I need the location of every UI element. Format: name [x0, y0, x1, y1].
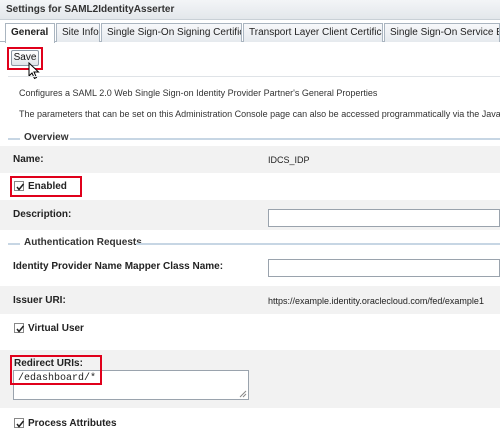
enabled-highlight-box — [10, 176, 82, 197]
window-titlebar: Settings for SAML2IdentityAsserter — [0, 0, 500, 20]
name-label: Name: — [13, 154, 44, 165]
tab-site-info[interactable]: Site Info — [56, 23, 100, 42]
process-attributes-row: Process Attributes — [0, 408, 500, 435]
virtual-user-row: Virtual User — [0, 314, 500, 350]
name-row: Name: IDCS_IDP — [0, 146, 500, 173]
description-input[interactable] — [268, 209, 500, 227]
tab-transport-layer-client-certificate[interactable]: Transport Layer Client Certificate — [243, 23, 383, 42]
redirect-uris-highlight-box — [10, 355, 102, 385]
issuer-uri-row: Issuer URI: https://example.identity.ora… — [0, 286, 500, 314]
issuer-uri-label: Issuer URI: — [13, 295, 66, 306]
section-title: Overview — [22, 132, 71, 143]
checkmark-icon — [16, 325, 25, 333]
resize-grip-icon[interactable] — [239, 390, 247, 398]
intro-description: Configures a SAML 2.0 Web Single Sign-on… — [19, 88, 378, 98]
virtual-user-checkbox[interactable] — [14, 323, 25, 333]
process-attributes-checkbox[interactable] — [14, 418, 25, 428]
window-title: Settings for SAML2IdentityAsserter — [6, 4, 175, 15]
description-row: Description: — [0, 200, 500, 230]
virtual-user-label: Virtual User — [28, 323, 84, 334]
mapper-class-input[interactable] — [268, 259, 500, 277]
tab-single-sign-on-signing-certificate[interactable]: Single Sign-On Signing Certificate — [101, 23, 242, 42]
name-value: IDCS_IDP — [268, 155, 310, 165]
section-title: Authentication Requests — [22, 237, 144, 248]
mouse-pointer-icon — [28, 62, 40, 80]
intro-api-note: The parameters that can be set on this A… — [19, 109, 500, 119]
divider — [8, 76, 500, 77]
process-attributes-label: Process Attributes — [28, 418, 117, 429]
description-label: Description: — [13, 209, 72, 220]
mapper-class-label: Identity Provider Name Mapper Class Name… — [13, 261, 224, 272]
tab-single-sign-on-service-endpoints[interactable]: Single Sign-On Service Endpo — [384, 23, 500, 42]
section-overview: Overview — [0, 132, 500, 144]
section-authentication-requests: Authentication Requests — [0, 237, 500, 249]
checkmark-icon — [16, 420, 25, 428]
issuer-uri-value: https://example.identity.oraclecloud.com… — [268, 296, 484, 306]
mapper-class-row: Identity Provider Name Mapper Class Name… — [0, 252, 500, 286]
tab-general[interactable]: General — [5, 23, 55, 43]
tab-bar: General Site Info Single Sign-On Signing… — [0, 20, 500, 43]
